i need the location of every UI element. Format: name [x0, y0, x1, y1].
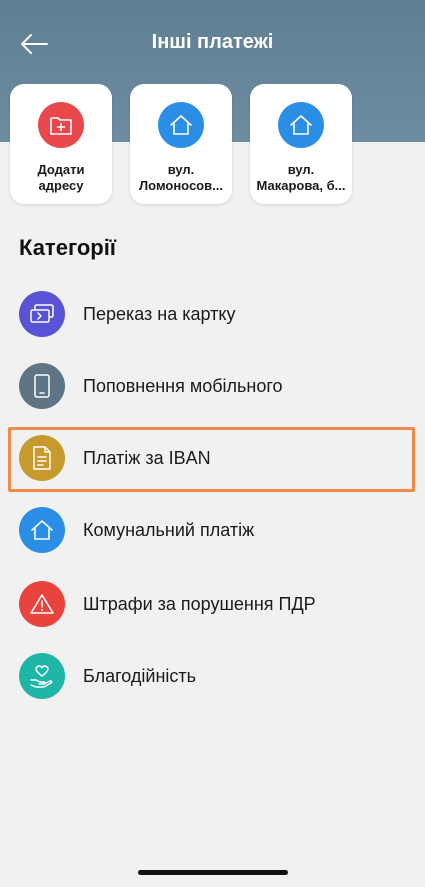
saved-addresses: Додати адресу вул. Ломоносов... вул. Мак…: [10, 84, 352, 204]
home-indicator: [138, 870, 288, 875]
home-icon: [158, 102, 204, 148]
category-label: Благодійність: [83, 665, 197, 686]
category-utility-payment[interactable]: Комунальний платіж: [0, 494, 425, 566]
categories-title: Категорії: [19, 235, 116, 260]
card-label: вул. Макарова, б...: [256, 162, 346, 193]
category-label: Переказ на картку: [83, 303, 236, 324]
mobile-phone-icon: [19, 363, 65, 409]
card-transfer-icon: [19, 291, 65, 337]
card-label: Додати адресу: [37, 162, 85, 193]
add-address-card[interactable]: Додати адресу: [10, 84, 112, 204]
category-mobile-topup[interactable]: Поповнення мобільного: [0, 350, 425, 422]
selection-highlight: [8, 427, 415, 492]
charity-heart-icon: [19, 653, 65, 699]
category-traffic-fines[interactable]: Штрафи за порушення ПДР: [0, 568, 425, 640]
warning-icon: [19, 581, 65, 627]
category-label: Комунальний платіж: [83, 519, 255, 540]
category-card-transfer[interactable]: Переказ на картку: [0, 278, 425, 350]
address-card-makarova[interactable]: вул. Макарова, б...: [250, 84, 352, 204]
address-card-lomonosova[interactable]: вул. Ломоносов...: [130, 84, 232, 204]
category-label: Штрафи за порушення ПДР: [83, 593, 316, 614]
page-title: Інші платежі: [151, 31, 274, 53]
category-label: Поповнення мобільного: [83, 375, 283, 396]
home-icon: [278, 102, 324, 148]
category-charity[interactable]: Благодійність: [0, 640, 425, 712]
card-label: вул. Ломоносов...: [139, 162, 223, 193]
folder-plus-icon: [38, 102, 84, 148]
home-icon: [19, 507, 65, 553]
